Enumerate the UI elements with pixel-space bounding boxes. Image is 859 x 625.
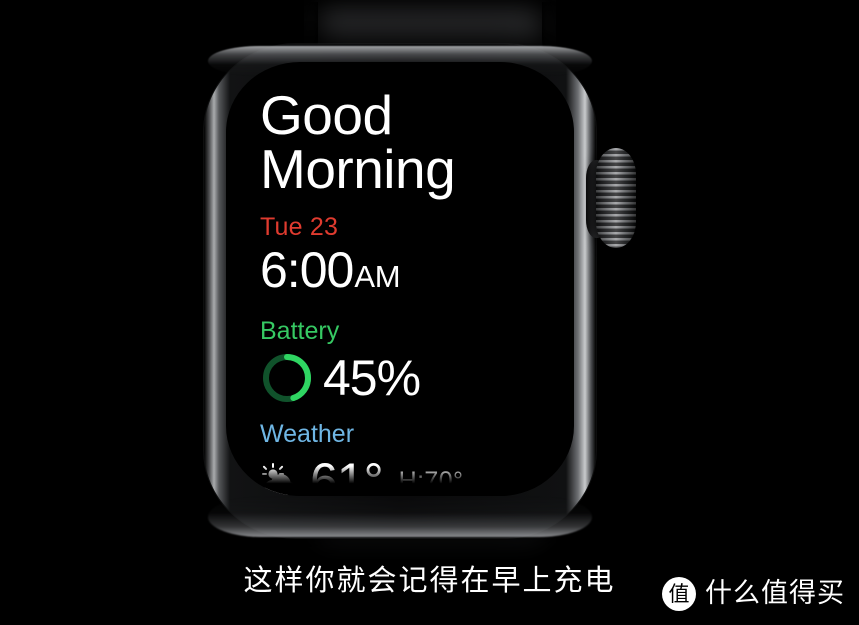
time-meridiem: AM <box>354 259 401 294</box>
battery-ring-icon <box>263 354 311 402</box>
smzdm-logo-icon: 值 <box>662 577 696 611</box>
time-row: 6:00 AM <box>260 242 564 305</box>
watermark-label: 什么值得买 <box>705 578 845 609</box>
complication-date[interactable]: Tue 23 6:00 AM <box>260 212 564 305</box>
date-label: Tue 23 <box>260 213 339 241</box>
siri-watch-face: Good Morning Tue 23 6:00 AM Battery 45% <box>260 84 564 497</box>
battery-row: 45% <box>260 351 564 405</box>
complication-weather[interactable]: Weather 61° H:70° <box>260 420 564 496</box>
greeting-line-1: Good <box>260 84 393 146</box>
weather-row: 61° H:70° <box>260 454 564 496</box>
weather-temperature: 61° <box>310 454 384 496</box>
sun-behind-cloud-icon <box>262 463 296 496</box>
weather-label: Weather <box>260 420 355 448</box>
watermark: 值 什么值得买 <box>662 577 845 611</box>
battery-label: Battery <box>260 317 340 345</box>
weather-high-temp: H:70° <box>398 467 464 495</box>
greeting-line-2: Morning <box>260 138 456 200</box>
complication-battery[interactable]: Battery 45% <box>260 317 564 405</box>
watch-screen[interactable]: Good Morning Tue 23 6:00 AM Battery 45% <box>226 62 574 496</box>
digital-crown[interactable] <box>596 148 636 248</box>
time-value: 6:00 <box>260 242 354 298</box>
case-rim-highlight-bottom <box>208 497 592 537</box>
video-frame: Good Morning Tue 23 6:00 AM Battery 45% <box>0 0 859 625</box>
battery-percent: 45% <box>323 350 421 406</box>
